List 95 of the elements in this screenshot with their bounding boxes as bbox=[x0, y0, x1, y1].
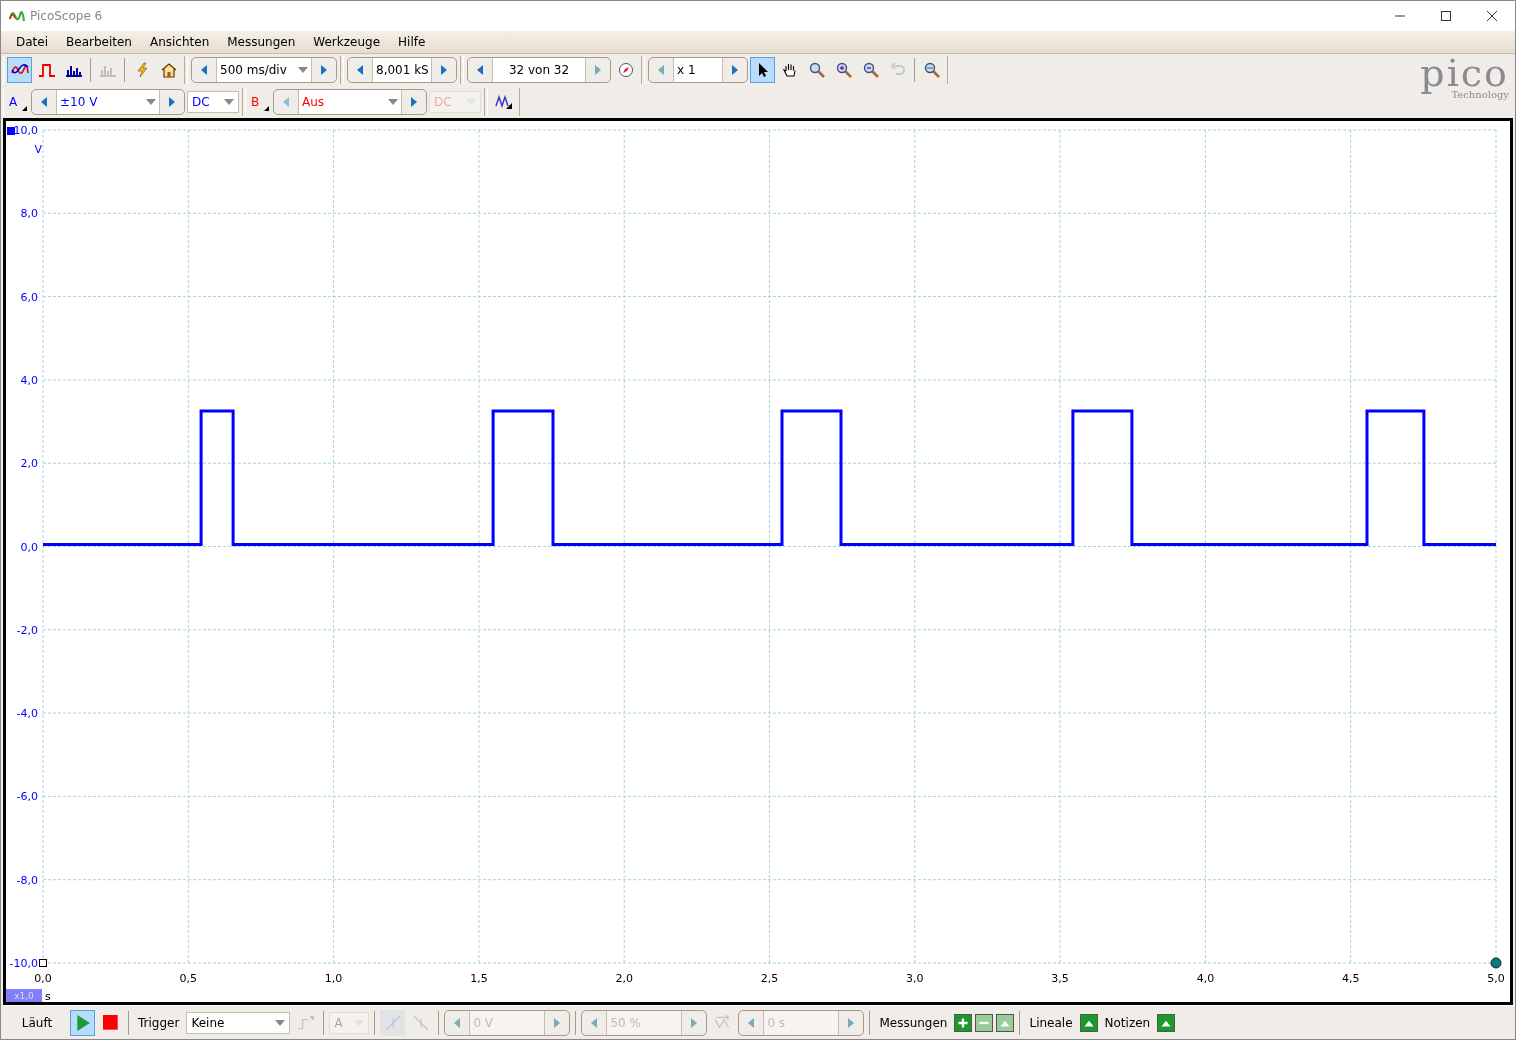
left-triangle-icon bbox=[454, 1017, 461, 1028]
menu-item[interactable]: Messungen bbox=[218, 35, 305, 49]
left-triangle-icon bbox=[591, 1017, 598, 1028]
notes-label: Notizen bbox=[1103, 1015, 1152, 1030]
channel-marker-icon bbox=[7, 127, 15, 135]
falling-edge-icon bbox=[411, 1014, 430, 1031]
range-dropdown[interactable]: Aus bbox=[298, 90, 402, 114]
buffer-field[interactable]: 32 von 32 bbox=[492, 58, 586, 82]
y-axis-label: -10,0 bbox=[9, 957, 38, 970]
stop-icon bbox=[101, 1014, 120, 1031]
y-axis-label: 4,0 bbox=[20, 373, 38, 387]
compass-icon bbox=[616, 62, 635, 78]
run-status: Läuft bbox=[20, 1015, 54, 1030]
trigger-edge-icon bbox=[296, 1014, 315, 1031]
delay-wave-icon bbox=[713, 1014, 732, 1031]
rising-edge-icon bbox=[383, 1014, 402, 1031]
x-axis-label: 0,5 bbox=[179, 972, 198, 985]
notes-icon bbox=[1158, 1014, 1175, 1031]
x-axis-label: 3,5 bbox=[1051, 972, 1069, 985]
right-triangle-icon bbox=[595, 65, 601, 75]
home-icon bbox=[159, 62, 178, 78]
menu-item[interactable]: Hilfe bbox=[389, 35, 435, 49]
x-axis-label: 2,0 bbox=[615, 972, 633, 985]
zoom-in-icon bbox=[834, 62, 853, 78]
play-button[interactable] bbox=[70, 1009, 95, 1036]
menu-item[interactable]: Datei bbox=[7, 35, 57, 49]
left-triangle-icon bbox=[658, 65, 664, 75]
trigger-mode-dropdown[interactable]: Keine bbox=[186, 1011, 291, 1034]
y-axis-label: 8,0 bbox=[20, 207, 38, 221]
rulers-icon bbox=[1080, 1014, 1097, 1031]
right-triangle-icon bbox=[411, 97, 417, 107]
right-triangle-icon bbox=[169, 97, 175, 107]
x-axis-label: 2,5 bbox=[760, 972, 779, 985]
maximize-icon[interactable] bbox=[1441, 11, 1451, 21]
left-triangle-icon bbox=[477, 65, 483, 75]
y-axis-label: 2,0 bbox=[20, 457, 38, 471]
menu-item[interactable]: Bearbeiten bbox=[57, 35, 141, 49]
rulers-button[interactable] bbox=[1079, 1013, 1098, 1032]
y-axis-label: -4,0 bbox=[16, 707, 38, 721]
y-axis-label: -2,0 bbox=[16, 623, 38, 637]
left-triangle-icon bbox=[41, 97, 47, 107]
offset-marker-icon bbox=[39, 959, 47, 967]
signal-generator-icon bbox=[494, 94, 513, 110]
zoom-factor-field[interactable]: x 1 bbox=[673, 58, 723, 82]
rulers-label: Lineale bbox=[1028, 1015, 1074, 1030]
x-axis-label: 4,5 bbox=[1341, 972, 1360, 985]
y-axis-label: 0,0 bbox=[20, 540, 38, 554]
edit-measurement-button[interactable] bbox=[996, 1013, 1015, 1032]
right-triangle-icon bbox=[554, 1017, 561, 1028]
zoom-to-fit-icon bbox=[922, 62, 941, 78]
trigger-label: Trigger bbox=[137, 1015, 181, 1030]
y-axis-label: -6,0 bbox=[16, 790, 38, 804]
notes-button[interactable] bbox=[1157, 1013, 1176, 1032]
zoom-icon bbox=[807, 62, 826, 78]
y-axis-label: -8,0 bbox=[16, 873, 38, 887]
right-triangle-icon bbox=[732, 65, 738, 75]
right-triangle-icon bbox=[848, 1017, 855, 1028]
x-axis-label: 1,0 bbox=[324, 972, 343, 985]
remove-measurement-icon bbox=[976, 1014, 993, 1031]
right-triangle-icon bbox=[441, 65, 447, 75]
y-axis-label: 6,0 bbox=[20, 290, 38, 304]
left-triangle-icon bbox=[357, 65, 363, 75]
y-axis-unit: V bbox=[34, 143, 42, 156]
measurements-label: Messungen bbox=[878, 1015, 949, 1030]
x-axis-unit: s bbox=[45, 990, 51, 1002]
left-triangle-icon bbox=[201, 65, 207, 75]
timebase-dropdown[interactable]: 500 ms/div bbox=[216, 58, 312, 82]
right-triangle-icon bbox=[321, 65, 327, 75]
x-axis-label: 0,0 bbox=[34, 972, 52, 985]
samples-field[interactable]: 8,001 kS bbox=[372, 58, 432, 82]
zoom-out-icon bbox=[861, 62, 880, 78]
close-icon[interactable] bbox=[1487, 11, 1497, 21]
scope-mode-button[interactable] bbox=[7, 57, 32, 83]
range-dropdown[interactable]: ±10 V bbox=[56, 90, 160, 114]
coupling-dropdown[interactable]: DC bbox=[187, 91, 239, 113]
menu-item[interactable]: Werkzeuge bbox=[304, 35, 390, 49]
menu-item[interactable]: Ansichten bbox=[140, 35, 219, 49]
pointer-tool-button[interactable] bbox=[750, 57, 775, 83]
x-axis-label: 1,5 bbox=[470, 972, 488, 985]
x-axis-label: 5,0 bbox=[1487, 972, 1505, 985]
right-triangle-icon bbox=[691, 1017, 698, 1028]
undo-icon bbox=[888, 62, 907, 78]
x-axis-label: 3,0 bbox=[906, 972, 924, 985]
add-measurement-button[interactable] bbox=[954, 1013, 973, 1032]
left-triangle-icon bbox=[748, 1017, 755, 1028]
x-axis-label: 4,0 bbox=[1196, 972, 1215, 985]
app-logo-icon bbox=[9, 9, 25, 23]
add-measurement-icon bbox=[955, 1014, 972, 1031]
trigger-marker-icon bbox=[1490, 957, 1502, 969]
window-title: PicoScope 6 bbox=[30, 9, 103, 23]
left-triangle-icon bbox=[283, 97, 289, 107]
remove-measurement-button[interactable] bbox=[975, 1013, 994, 1032]
zoom-factor-badge: x1,0 bbox=[6, 989, 42, 1002]
pulse-mode-icon bbox=[37, 62, 56, 78]
edit-measurement-icon bbox=[997, 1014, 1014, 1031]
